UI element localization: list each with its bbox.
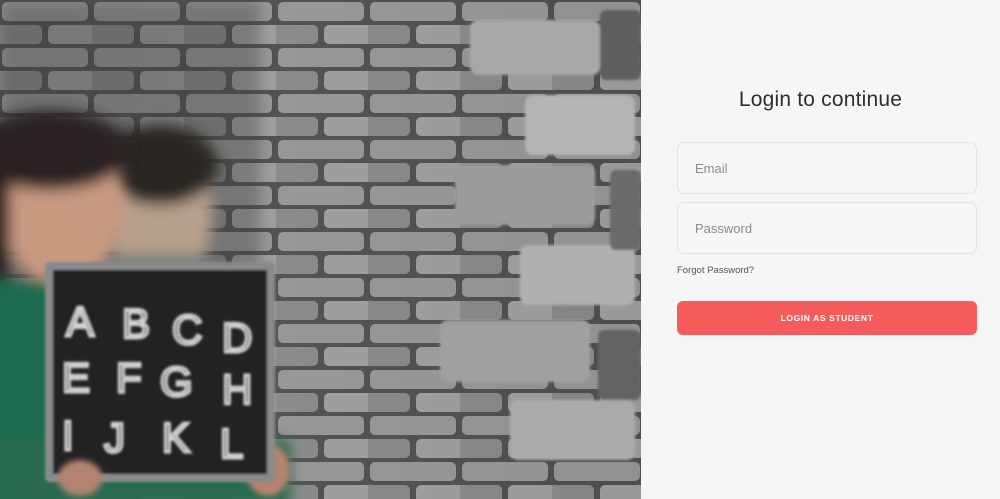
- chalk-letter: G: [160, 358, 193, 405]
- chalk-letter: A: [66, 298, 94, 345]
- chalk-letter: L: [220, 420, 243, 467]
- hero-photo: A B C D E F G H I J K L: [0, 0, 641, 499]
- login-panel: Login to continue Forgot Password? LOGIN…: [641, 0, 1000, 499]
- chalk-letter: K: [162, 414, 190, 461]
- chalk-letter: H: [222, 366, 252, 413]
- forgot-password-link[interactable]: Forgot Password?: [677, 265, 754, 276]
- email-field[interactable]: [677, 142, 977, 194]
- chalk-letter: C: [172, 306, 202, 353]
- chalk-letter: B: [122, 300, 150, 347]
- chalk-letter: J: [104, 414, 125, 461]
- chalk-letter: E: [62, 354, 90, 401]
- password-field[interactable]: [677, 202, 977, 254]
- page-title: Login to continue: [738, 88, 903, 111]
- login-as-student-button[interactable]: LOGIN AS STUDENT: [677, 301, 977, 335]
- chalk-letter: F: [116, 354, 142, 401]
- chalk-letter: D: [222, 314, 252, 361]
- chalk-letter: I: [62, 412, 74, 459]
- login-page: A B C D E F G H I J K L Login to continu…: [0, 0, 1000, 499]
